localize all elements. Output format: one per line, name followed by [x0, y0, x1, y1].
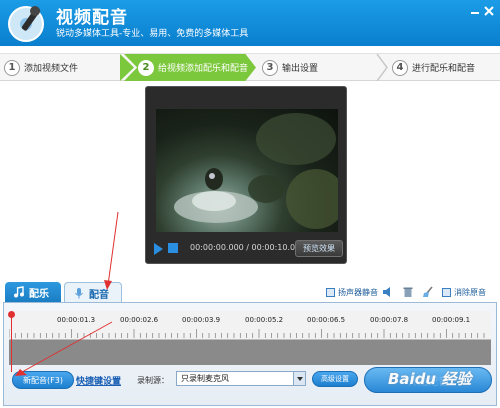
timeline-tick-label: 00:00:02.6 [120, 316, 159, 324]
timeline-tick-label: 00:00:09.1 [432, 316, 471, 324]
timeline-tick-label: 00:00:05.2 [245, 316, 284, 324]
step-3[interactable]: 3 输出设置 [262, 54, 382, 81]
app-logo-icon [8, 6, 44, 42]
player-controls: 00:00:00.000 / 00:00:10.000 预览效果 [150, 239, 343, 259]
advanced-settings-button[interactable]: 高级设置 [312, 371, 358, 387]
play-icon[interactable] [154, 243, 163, 255]
mute-speaker-label: 扬声器静音 [338, 287, 378, 297]
microphone-icon [75, 288, 83, 299]
step-3-number: 3 [262, 59, 278, 76]
step-separator-icon [376, 54, 388, 81]
new-dub-button[interactable]: 新配音(F3) [12, 371, 74, 389]
tab-dub-label: 配音 [89, 289, 109, 301]
app-header: 视频配音 锐动多媒体工具-专业、易用、免费的多媒体工具 [0, 0, 500, 46]
timeline-tick-label: 00:00:03.9 [182, 316, 221, 324]
video-preview-panel: 00:00:00.000 / 00:00:10.000 预览效果 [145, 86, 347, 264]
playhead-line[interactable] [11, 312, 12, 372]
video-frame-image[interactable] [156, 109, 338, 232]
chevron-down-icon[interactable] [293, 372, 305, 385]
timeline-tick-label: 00:00:01.3 [57, 316, 96, 324]
record-source-select[interactable]: 只录制麦克风 [176, 371, 306, 386]
window-controls [470, 6, 494, 16]
minimize-icon[interactable] [470, 6, 480, 16]
stop-icon[interactable] [168, 243, 178, 253]
broom-icon[interactable] [422, 286, 434, 298]
audio-tools: 扬声器静音 消除原音 [326, 286, 486, 298]
dub-track[interactable] [9, 339, 491, 365]
tab-music-label: 配乐 [29, 289, 49, 300]
speaker-icon[interactable] [382, 286, 394, 298]
step-2-number: 2 [138, 59, 154, 76]
step-1-number: 1 [4, 59, 20, 76]
record-source-label: 录制源： [137, 376, 169, 385]
tab-music[interactable]: 配乐 [5, 282, 61, 303]
baidu-watermark: Baidu 经验 [388, 369, 472, 388]
music-note-icon [14, 286, 24, 298]
step-1[interactable]: 1 添加视频文件 [2, 54, 120, 81]
tab-dub[interactable]: 配音 [64, 282, 122, 303]
close-icon[interactable] [484, 6, 494, 16]
step-1-label: 添加视频文件 [24, 64, 79, 74]
trash-icon[interactable] [402, 286, 414, 298]
mute-speaker-checkbox[interactable] [326, 287, 335, 297]
step-2-label: 给视频添加配乐和配音 [158, 64, 249, 74]
timeline-tick-label: 00:00:07.8 [370, 316, 409, 324]
timeline-tick-label: 00:00:06.5 [307, 316, 346, 324]
step-4-number: 4 [392, 59, 408, 76]
audio-tabs-row: 配乐 配音 扬声器静音 消除原音 [0, 282, 500, 303]
step-4[interactable]: 4 进行配乐和配音 [392, 54, 498, 81]
timeline-ticks [9, 329, 485, 338]
step-4-label: 进行配乐和配音 [412, 64, 476, 74]
preview-effect-button[interactable]: 预览效果 [295, 240, 343, 257]
clear-original-checkbox[interactable] [442, 287, 451, 297]
playback-time: 00:00:00.000 / 00:00:10.000 [190, 243, 306, 252]
step-2[interactable]: 2 给视频添加配乐和配音 [124, 54, 256, 81]
timeline-ruler[interactable]: 00:00:01.3 00:00:02.6 00:00:03.9 00:00:0… [9, 311, 491, 339]
clear-original-label: 消除原音 [454, 287, 486, 297]
record-source-value: 只录制麦克风 [181, 374, 229, 383]
hotkey-settings-link[interactable]: 快捷键设置 [76, 374, 121, 387]
app-title: 视频配音 [56, 8, 128, 28]
steps-bar: 1 添加视频文件 2 给视频添加配乐和配音 3 输出设置 4 进行配乐和配音 [0, 53, 500, 81]
video-scene-image [174, 113, 338, 229]
app-subtitle: 锐动多媒体工具-专业、易用、免费的多媒体工具 [56, 29, 249, 39]
step-3-label: 输出设置 [282, 64, 319, 74]
